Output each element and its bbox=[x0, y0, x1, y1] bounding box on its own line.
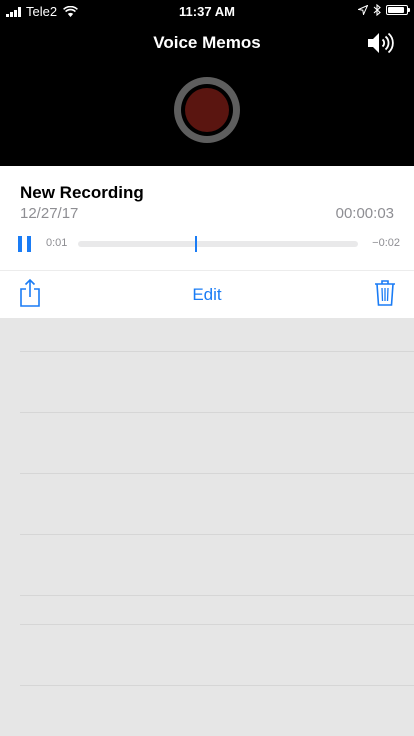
recording-date: 12/27/17 bbox=[20, 205, 79, 222]
list-separator bbox=[20, 412, 414, 413]
list-separator bbox=[20, 351, 414, 352]
pause-button[interactable] bbox=[18, 236, 32, 252]
speaker-icon[interactable] bbox=[366, 30, 394, 56]
recording-card[interactable]: New Recording 12/27/17 00:00:03 0:01 −0:… bbox=[0, 166, 414, 318]
record-dot bbox=[185, 88, 229, 132]
trash-icon[interactable] bbox=[374, 279, 396, 307]
header: Tele2 11:37 AM Voice Memos bbox=[0, 0, 414, 166]
elapsed-time: 0:01 bbox=[46, 237, 68, 249]
recording-duration: 00:00:03 bbox=[335, 205, 394, 222]
bluetooth-icon bbox=[373, 4, 381, 16]
list-separator bbox=[20, 595, 414, 596]
list-separator bbox=[20, 624, 414, 625]
list-separator bbox=[20, 685, 414, 686]
page-title: Voice Memos bbox=[153, 33, 261, 52]
recording-name: New Recording bbox=[20, 183, 144, 202]
status-time: 11:37 AM bbox=[179, 4, 235, 19]
list-separator bbox=[20, 473, 414, 474]
divider bbox=[0, 270, 414, 271]
playhead[interactable] bbox=[194, 236, 197, 252]
record-button[interactable] bbox=[174, 77, 240, 143]
edit-button[interactable]: Edit bbox=[192, 285, 221, 304]
location-icon bbox=[358, 5, 368, 15]
record-button-ring bbox=[181, 84, 233, 136]
status-bar: Tele2 11:37 AM bbox=[0, 0, 414, 22]
battery-icon bbox=[386, 5, 410, 15]
share-icon[interactable] bbox=[18, 278, 42, 308]
remaining-time: −0:02 bbox=[372, 237, 400, 249]
playback-scrubber[interactable] bbox=[78, 236, 358, 252]
status-right bbox=[358, 4, 410, 16]
list-separator bbox=[20, 534, 414, 535]
edit-button-row: Edit bbox=[0, 285, 414, 305]
recordings-list bbox=[0, 318, 414, 736]
